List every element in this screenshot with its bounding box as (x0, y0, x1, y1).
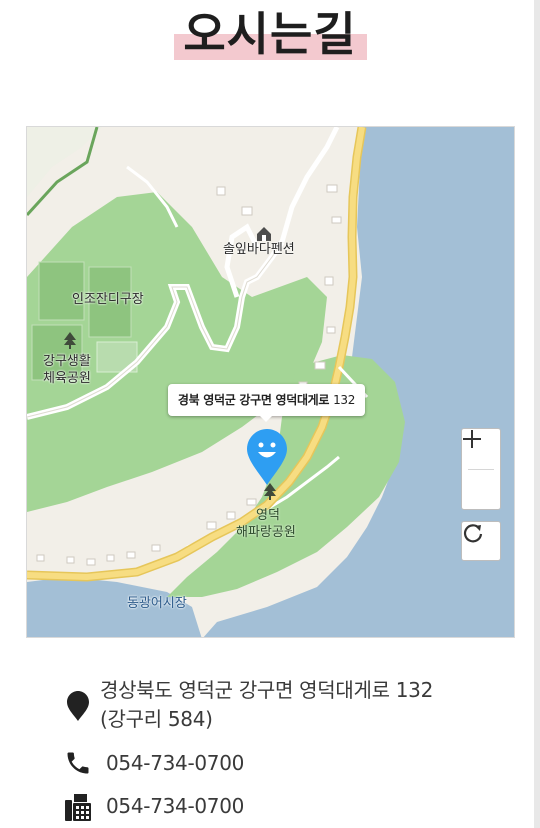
page-title: 오시는길 (183, 7, 357, 61)
fax-row: 054-734-0700 (60, 792, 244, 822)
address-line-1: 경상북도 영덕군 강구면 영덕대게로 132 (100, 678, 434, 702)
minus-icon (463, 438, 481, 440)
scrollbar[interactable] (534, 0, 540, 828)
reset-map-button[interactable] (461, 521, 501, 561)
place-label-sports-park-2: 체육공원 (43, 371, 91, 386)
address-line-2: (강구리 584) (100, 707, 213, 731)
location-pin-icon (60, 676, 96, 721)
phone-icon (60, 749, 96, 777)
fax-number: 054-734-0700 (106, 794, 245, 818)
map-canvas (27, 127, 514, 637)
place-label-park-1: 영덕 (256, 508, 280, 523)
place-label-pension: 솔잎바다펜션 (223, 242, 295, 257)
tooltip-address: 경북 영덕군 강구면 영덕대게로 (177, 393, 330, 407)
tooltip-number: 132 (333, 393, 356, 407)
place-label-turf-field: 인조잔디구장 (72, 292, 144, 307)
title-section: 오시는길 (0, 0, 540, 70)
zoom-out-button[interactable] (462, 438, 500, 510)
field-1 (38, 261, 85, 321)
place-label-sports-park-1: 강구생활 (43, 354, 91, 369)
place-label-market: 동광어시장 (127, 596, 187, 611)
phone-row: 054-734-0700 (60, 749, 244, 778)
phone-number[interactable]: 054-734-0700 (106, 749, 244, 778)
place-label-park-2: 해파랑공원 (236, 525, 296, 540)
fax-icon (60, 792, 96, 822)
zoom-control (461, 428, 501, 510)
address-row: 경상북도 영덕군 강구면 영덕대게로 132 (강구리 584) (60, 676, 433, 734)
map-view[interactable]: 솔잎바다펜션 인조잔디구장 강구생활 체육공원 영덕 해파랑공원 동광어시장 경… (26, 126, 515, 638)
address-tooltip: 경북 영덕군 강구면 영덕대게로 132 (168, 384, 365, 422)
refresh-icon (463, 524, 483, 543)
